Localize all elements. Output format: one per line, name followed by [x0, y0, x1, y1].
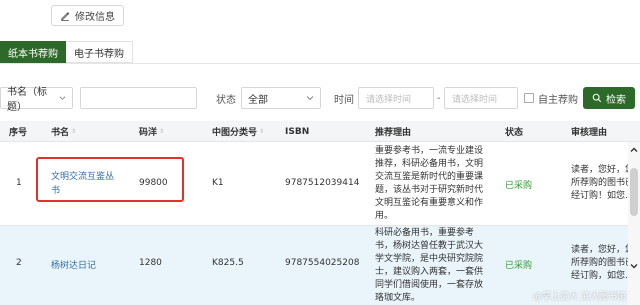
col-price[interactable]: 码洋 ⇕ — [139, 121, 164, 142]
status-badge: 已采购 — [505, 261, 533, 271]
chevron-down-icon — [59, 96, 66, 100]
watermark: @掌上武大 武大图书馆 — [533, 292, 626, 302]
date-separator: - — [437, 92, 441, 104]
tab-divider — [0, 63, 640, 64]
sort-icon: ⇕ — [159, 128, 165, 135]
audit-line: 读者，您好，您 — [571, 245, 635, 255]
row-index: 2 — [16, 258, 22, 268]
status-select-value: 全部 — [248, 94, 268, 106]
scroll-up-icon[interactable] — [629, 145, 639, 155]
book-title-link[interactable]: 杨树达日记 — [51, 258, 96, 271]
reason-line: 士，建议购入两套，一套供 — [375, 267, 484, 277]
reason-cell: 科研必备用书，重要参考 书，杨树达曾任教于武汉大 学文学院，是中央研究院院 士，… — [375, 227, 483, 305]
reason-line: 用。 — [375, 211, 394, 221]
reason-line: 珞珈文库。 — [375, 293, 421, 303]
status-badge: 已采购 — [505, 181, 533, 191]
keyword-input[interactable] — [80, 87, 197, 109]
date-start-input[interactable]: 请选择时间 — [358, 87, 434, 109]
sort-icon: ⇕ — [259, 128, 265, 135]
reason-line: 学文学院，是中央研究院院 — [375, 254, 484, 264]
table-header: 序号 书名 ⇕ 码洋 ⇕ 中图分类号 ⇕ ISBN 推荐理由 状态 审核理由 — [0, 121, 640, 142]
field-select[interactable]: 书名（标题） — [0, 87, 73, 113]
time-label: 时间 — [334, 94, 354, 106]
tab-paper-book[interactable]: 纸本书荐购 — [0, 41, 66, 63]
clc-cell: K1 — [212, 178, 224, 188]
tab-bar: 纸本书荐购 电子书荐购 — [0, 41, 133, 63]
reason-line: 重要参考书，一流专业建设 — [375, 146, 484, 156]
col-clc[interactable]: 中图分类号 ⇕ — [212, 121, 264, 142]
search-icon — [592, 93, 602, 103]
scrollbar-track[interactable] — [628, 142, 640, 305]
status-select[interactable]: 全部 — [241, 87, 321, 109]
search-label: 检索 — [606, 94, 626, 106]
edit-info-label: 修改信息 — [75, 12, 115, 23]
chevron-down-icon — [306, 96, 314, 101]
reason-line: 文明互鉴论有重要意义和作 — [375, 198, 484, 208]
self-purchase-label: 自主荐购 — [538, 94, 578, 106]
col-title[interactable]: 书名 ⇕ — [51, 121, 76, 142]
date-end-input[interactable]: 请选择时间 — [444, 87, 518, 109]
col-title-label: 书名 — [51, 128, 70, 138]
self-purchase-toggle[interactable]: 自主荐购 — [524, 87, 578, 109]
tab-ebook[interactable]: 电子书荐购 — [66, 41, 133, 63]
isbn-cell: 9787512039414 — [285, 178, 360, 188]
col-reason: 推荐理由 — [375, 128, 412, 138]
filter-bar: 书名（标题） 状态 全部 时间 请选择时间 - 请选择时间 自主荐购 检索 — [0, 87, 640, 113]
search-button[interactable]: 检索 — [583, 87, 635, 109]
audit-line: 所荐购的图书已 — [571, 258, 635, 268]
edit-info-button[interactable]: 修改信息 — [51, 5, 124, 26]
reason-line: 同学们借阅使用，一套存放 — [375, 280, 484, 290]
reason-line: 推荐，科研必备用书，文明 — [375, 159, 484, 169]
scroll-down-icon[interactable] — [629, 261, 639, 271]
col-price-label: 码洋 — [139, 128, 158, 138]
reason-line: 书，杨树达曾任教于武汉大 — [375, 241, 484, 251]
audit-line: 读者，您好，您 — [571, 165, 635, 175]
reason-line: 交流互鉴是新时代的重要课 — [375, 172, 484, 182]
self-purchase-checkbox[interactable] — [524, 93, 534, 103]
sort-icon: ⇕ — [71, 128, 77, 135]
col-index: 序号 — [9, 128, 28, 138]
audit-cell: 读者，您好，您 所荐购的图书已 经订购，如您... — [571, 244, 634, 283]
edit-icon — [61, 11, 70, 21]
scrollbar-thumb[interactable] — [630, 168, 638, 216]
col-isbn: ISBN — [285, 126, 310, 137]
reason-line: 题，该丛书对于研究新时代 — [375, 185, 484, 195]
row-index: 1 — [16, 178, 22, 188]
field-select-value: 书名（标题） — [7, 87, 47, 113]
status-label: 状态 — [216, 94, 236, 106]
audit-line: 所荐购的图书已 — [571, 178, 635, 188]
audit-cell: 读者，您好，您 所荐购的图书已 经订购！如您... — [571, 164, 634, 203]
reason-line: 科研必备用书，重要参考 — [375, 228, 475, 238]
reason-cell: 重要参考书，一流专业建设 推荐，科研必备用书，文明 交流互鉴是新时代的重要课 题… — [375, 145, 483, 223]
audit-line: 经订购，如您... — [571, 271, 634, 281]
col-audit: 审核理由 — [571, 128, 608, 138]
clc-cell: K825.5 — [212, 258, 244, 268]
audit-line: 经订购！如您... — [571, 191, 634, 201]
isbn-cell: 9787554025208 — [285, 258, 360, 268]
price-cell: 1280 — [139, 258, 162, 268]
highlight-annotation — [36, 157, 184, 202]
col-clc-label: 中图分类号 — [212, 128, 258, 138]
col-status: 状态 — [505, 128, 524, 138]
